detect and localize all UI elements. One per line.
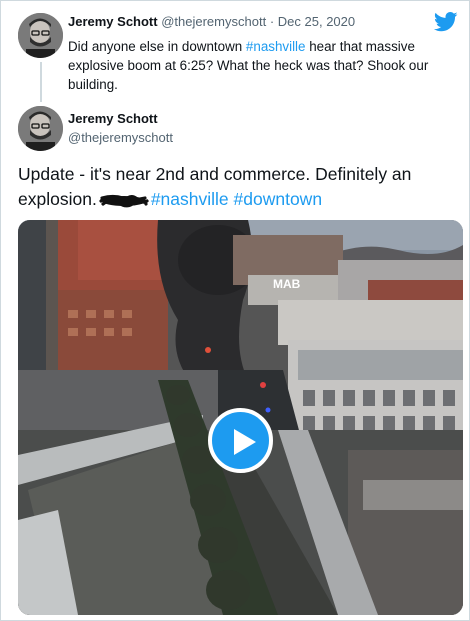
play-icon [234, 429, 256, 455]
author-name[interactable]: Jeremy Schott [68, 14, 158, 29]
hashtag-link[interactable]: #downtown [234, 189, 323, 209]
tweet2-text: Update - it's near 2nd and commerce. Def… [18, 162, 458, 212]
tweet1-text-before: Did anyone else in downtown [68, 39, 246, 54]
hashtag-link[interactable]: #nashville [246, 39, 306, 54]
author-handle[interactable]: @thejeremyschott [68, 130, 173, 145]
play-button[interactable] [208, 408, 273, 473]
thread-connector-line [40, 62, 42, 102]
building-sign-text: MAB [273, 277, 301, 291]
redaction-scribble [99, 195, 149, 208]
avatar[interactable] [18, 13, 63, 58]
author-name[interactable]: Jeremy Schott [68, 111, 158, 126]
avatar[interactable] [18, 106, 63, 151]
tweet1-text: Did anyone else in downtown #nashville h… [68, 37, 463, 94]
twitter-bird-icon[interactable] [434, 12, 458, 32]
tweet-date[interactable]: Dec 25, 2020 [278, 14, 355, 29]
hashtag-link[interactable]: #nashville [151, 189, 229, 209]
author-handle[interactable]: @thejeremyschott [161, 14, 266, 29]
dot-separator: · [269, 14, 275, 29]
tweet1-header: Jeremy Schott @thejeremyschott · Dec 25,… [68, 14, 355, 29]
